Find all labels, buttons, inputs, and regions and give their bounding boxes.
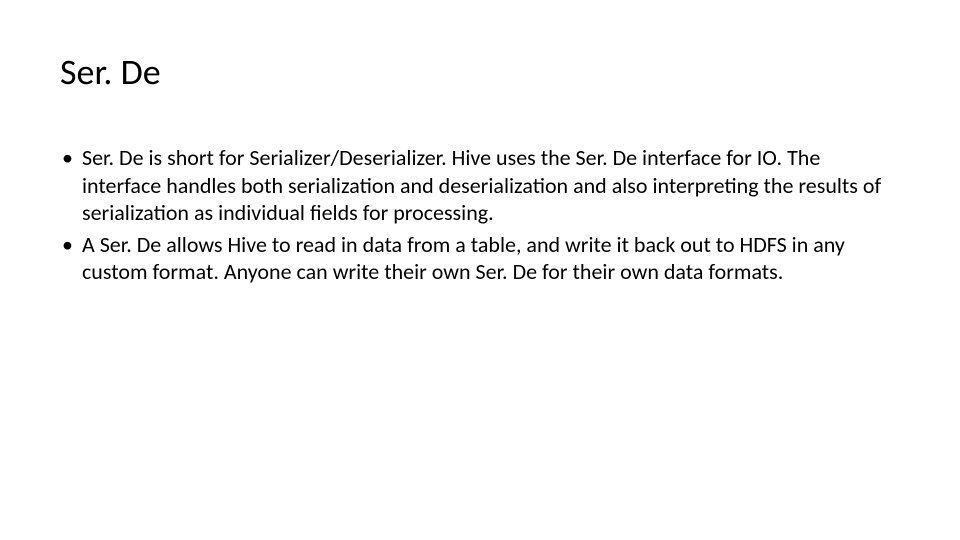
slide: Ser. De Ser. De is short for Serializer/…	[0, 0, 960, 540]
slide-body: Ser. De is short for Serializer/Deserial…	[60, 144, 900, 286]
list-item: A Ser. De allows Hive to read in data fr…	[60, 231, 900, 286]
list-item: Ser. De is short for Serializer/Deserial…	[60, 144, 900, 227]
bullet-list: Ser. De is short for Serializer/Deserial…	[60, 144, 900, 286]
slide-title: Ser. De	[60, 50, 900, 94]
